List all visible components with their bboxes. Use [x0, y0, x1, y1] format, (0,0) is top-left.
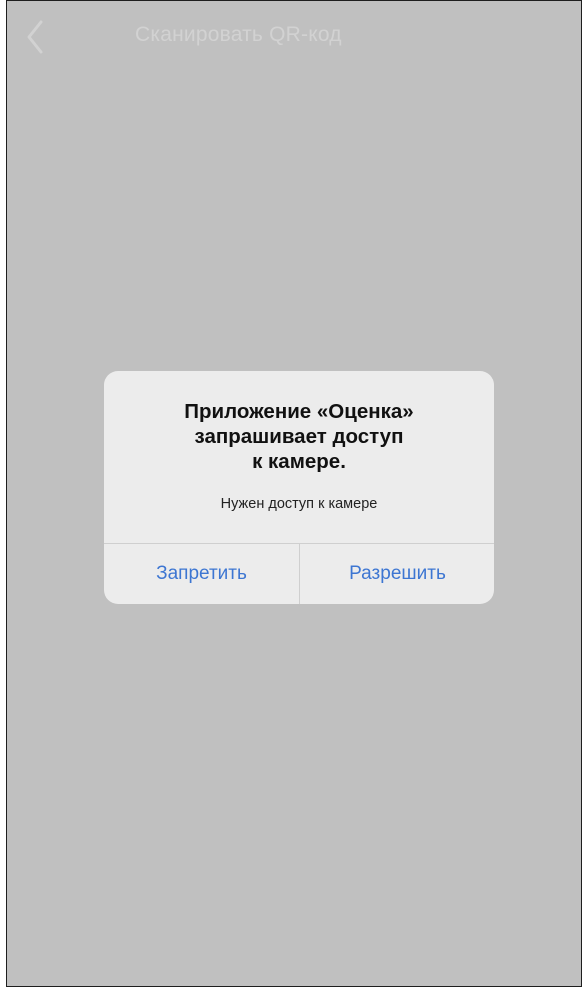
chevron-left-icon[interactable]: [25, 19, 45, 55]
allow-button[interactable]: Разрешить: [300, 544, 494, 604]
alert-body: Приложение «Оценка» запрашивает доступ к…: [104, 371, 494, 543]
alert-title-line: к камере.: [252, 450, 346, 473]
screen-frame: Сканировать QR-код Приложение «Оценка» з…: [6, 0, 582, 987]
alert-title-line: Приложение «Оценка»: [184, 400, 414, 423]
navigation-bar: Сканировать QR-код: [7, 1, 581, 71]
page-title: Сканировать QR-код: [135, 23, 342, 46]
alert-title: Приложение «Оценка» запрашивает доступ к…: [124, 399, 474, 474]
alert-title-line: запрашивает доступ: [194, 425, 404, 448]
deny-button[interactable]: Запретить: [104, 544, 299, 604]
alert-message: Нужен доступ к камере: [220, 496, 378, 512]
camera-permission-alert: Приложение «Оценка» запрашивает доступ к…: [104, 371, 494, 604]
